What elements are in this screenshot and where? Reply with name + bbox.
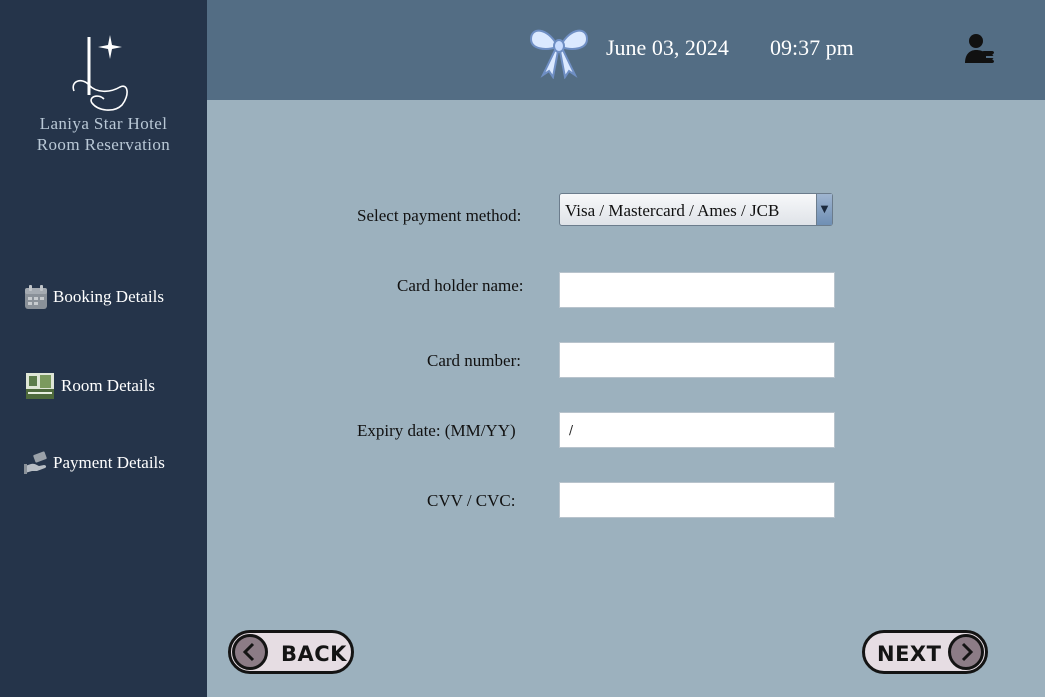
- user-logout-icon[interactable]: [964, 32, 998, 66]
- next-button[interactable]: NEXT: [862, 630, 988, 674]
- expiry-date-input[interactable]: /: [559, 412, 835, 448]
- sidebar-item-label: Room Details: [61, 376, 155, 395]
- card-holder-input[interactable]: [559, 272, 835, 308]
- sidebar-item-booking-details[interactable]: Booking Details: [24, 284, 164, 310]
- app-subtitle: Room Reservation: [36, 135, 171, 154]
- back-button[interactable]: BACK: [228, 630, 354, 674]
- expiry-date-label: Expiry date: (MM/YY): [357, 421, 516, 440]
- cvv-label: CVV / CVC:: [427, 491, 516, 510]
- payment-method-value: Visa / Mastercard / Ames / JCB: [565, 201, 780, 220]
- sidebar-item-room-details[interactable]: Room Details: [24, 371, 155, 401]
- chevron-right-icon: [948, 634, 984, 670]
- card-holder-label: Card holder name:: [397, 276, 524, 295]
- header-time: 09:37 pm: [770, 35, 854, 60]
- cvv-input[interactable]: [559, 482, 835, 518]
- sidebar-item-label: Payment Details: [53, 453, 165, 472]
- payment-method-label: Select payment method:: [357, 206, 522, 225]
- payment-method-select[interactable]: Visa / Mastercard / Ames / JCB ▼: [559, 193, 833, 226]
- card-number-label: Card number:: [427, 351, 521, 370]
- hotel-logo: [72, 35, 128, 111]
- hotel-name: Laniya Star Hotel: [39, 114, 168, 133]
- sidebar: Laniya Star Hotel Room Reservation Booki…: [0, 0, 207, 697]
- next-label: NEXT: [877, 642, 942, 666]
- header-date: June 03, 2024: [606, 35, 729, 60]
- hand-money-icon: [24, 451, 47, 474]
- chevron-down-icon[interactable]: ▼: [816, 194, 832, 225]
- sidebar-item-label: Booking Details: [53, 287, 164, 306]
- chevron-left-icon: [232, 634, 268, 670]
- sidebar-item-payment-details[interactable]: Payment Details: [24, 450, 165, 476]
- room-icon: [26, 373, 54, 399]
- calendar-icon: [25, 285, 47, 309]
- card-number-input[interactable]: [559, 342, 835, 378]
- ribbon-bow-icon: [529, 29, 589, 79]
- back-label: BACK: [281, 642, 347, 666]
